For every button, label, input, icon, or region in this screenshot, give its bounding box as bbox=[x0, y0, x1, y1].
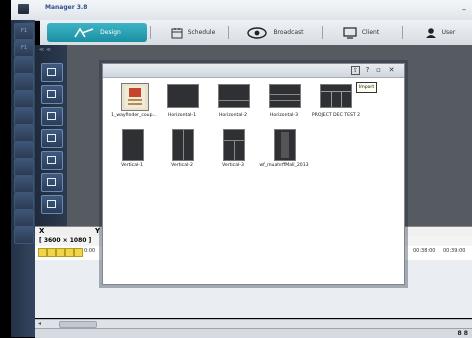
timeline-marker[interactable] bbox=[38, 248, 47, 257]
template-caption: Horizontal-2 bbox=[218, 113, 248, 118]
import-button[interactable]: ⇪ bbox=[351, 66, 360, 75]
help-button[interactable]: ? bbox=[363, 66, 372, 75]
calendar-icon bbox=[171, 27, 183, 38]
text-tool-button[interactable] bbox=[41, 129, 63, 148]
video-tool-button[interactable] bbox=[41, 107, 63, 126]
nav-separator bbox=[322, 26, 323, 39]
tool-column-header: ≪ ≪ bbox=[39, 47, 52, 53]
main-nav-bar: Design Schedule Broadcast Client User bbox=[40, 20, 472, 46]
tool-button[interactable] bbox=[14, 125, 34, 142]
web-tool-button[interactable] bbox=[41, 173, 63, 192]
nav-broadcast-button[interactable]: Broadcast bbox=[232, 23, 318, 42]
status-grip: 8 8 bbox=[457, 330, 468, 337]
nav-user-button[interactable]: User bbox=[408, 23, 472, 42]
poster-icon bbox=[125, 86, 145, 108]
image-tool-button[interactable] bbox=[41, 63, 63, 82]
tool-button[interactable] bbox=[14, 210, 34, 227]
template-grid: 1_wayfinder_coup... Horizontal-1 Horizon… bbox=[103, 77, 404, 284]
nav-schedule-button[interactable]: Schedule bbox=[153, 23, 233, 42]
timeline-marker[interactable] bbox=[74, 248, 83, 257]
grid-tool-button[interactable] bbox=[41, 85, 63, 104]
tool-button[interactable] bbox=[14, 176, 34, 193]
template-thumbnail[interactable] bbox=[320, 84, 352, 108]
tool-button[interactable] bbox=[14, 91, 34, 108]
tool-button[interactable] bbox=[14, 159, 34, 176]
template-thumbnail[interactable] bbox=[122, 129, 144, 161]
nav-design-button[interactable]: Design bbox=[47, 23, 147, 42]
nav-separator bbox=[228, 26, 229, 39]
x-label: X bbox=[39, 227, 45, 235]
template-caption: Vertical-1 bbox=[121, 163, 143, 168]
close-button[interactable]: ✕ bbox=[387, 66, 396, 75]
template-dialog: ⇪ ? ▫ ✕ Import 1_wayfinder_coup... Horiz… bbox=[102, 63, 405, 285]
clock-icon bbox=[47, 156, 56, 164]
timeline-start-time: 0:00 bbox=[84, 248, 96, 254]
web-icon bbox=[47, 178, 56, 186]
template-caption: wf_muahrffMall_2013 bbox=[259, 163, 309, 168]
tool-button[interactable] bbox=[14, 57, 34, 74]
template-thumbnail[interactable] bbox=[121, 83, 149, 111]
nav-design-label: Design bbox=[100, 29, 121, 36]
template-caption: Vertical-3 bbox=[222, 163, 244, 168]
scrollbar-thumb[interactable] bbox=[59, 321, 97, 328]
template-thumbnail[interactable] bbox=[274, 129, 296, 161]
horizontal-scrollbar[interactable]: ◂ bbox=[35, 319, 472, 328]
user-icon bbox=[425, 27, 436, 38]
minimize-button[interactable]: – bbox=[462, 5, 466, 14]
nav-user-label: User bbox=[441, 29, 456, 36]
tool-button[interactable] bbox=[14, 193, 34, 210]
timeline-time-label: 00:38:00 bbox=[413, 248, 436, 254]
timeline-marker[interactable] bbox=[56, 248, 65, 257]
nav-separator bbox=[402, 26, 403, 39]
timeline-time-label: 00:39:00 bbox=[443, 248, 466, 254]
object-tool-column: ≪ ≪ bbox=[35, 45, 67, 226]
broadcast-icon bbox=[247, 26, 268, 39]
tool-button[interactable] bbox=[14, 74, 34, 91]
nav-schedule-label: Schedule bbox=[187, 29, 216, 36]
template-thumbnail[interactable] bbox=[167, 84, 199, 108]
nav-client-label: Client bbox=[361, 29, 380, 36]
tool-button[interactable]: F1 bbox=[14, 40, 34, 57]
resolution-label: [ 3600 × 1080 ] bbox=[39, 237, 92, 244]
monitor-icon bbox=[343, 26, 357, 39]
check-tool-button[interactable] bbox=[41, 195, 63, 214]
app-icon bbox=[18, 4, 29, 14]
scroll-left-arrow-icon[interactable]: ◂ bbox=[38, 320, 41, 327]
window-titlebar: Manager 3.8 – bbox=[11, 0, 472, 21]
left-edge-strip bbox=[0, 0, 11, 337]
nav-client-button[interactable]: Client bbox=[326, 23, 396, 42]
template-thumbnail[interactable] bbox=[269, 84, 301, 108]
video-icon bbox=[47, 112, 56, 120]
tool-button[interactable]: F1 bbox=[14, 23, 34, 40]
tool-button[interactable] bbox=[14, 227, 34, 244]
template-thumbnail[interactable] bbox=[172, 129, 194, 161]
template-thumbnail[interactable] bbox=[218, 84, 250, 108]
design-logo-icon bbox=[74, 26, 94, 37]
template-thumbnail[interactable] bbox=[223, 129, 245, 161]
template-caption: Horizontal-1 bbox=[167, 113, 197, 118]
left-tool-column: F1 F1 bbox=[11, 20, 35, 337]
window-title: Manager 3.8 bbox=[45, 4, 88, 11]
clock-tool-button[interactable] bbox=[41, 151, 63, 170]
tool-button[interactable] bbox=[14, 142, 34, 159]
tool-button[interactable] bbox=[14, 108, 34, 125]
text-icon bbox=[47, 134, 56, 142]
timeline-marker[interactable] bbox=[47, 248, 56, 257]
template-caption: 1_wayfinder_coup... bbox=[111, 113, 157, 118]
nav-broadcast-label: Broadcast bbox=[273, 29, 304, 36]
check-icon bbox=[47, 200, 56, 208]
dialog-titlebar: ⇪ ? ▫ ✕ bbox=[103, 64, 404, 78]
template-caption: PROJECT DEC TEST 2 bbox=[311, 113, 361, 118]
timeline-marker[interactable] bbox=[65, 248, 74, 257]
image-icon bbox=[47, 68, 56, 76]
grid-icon bbox=[47, 90, 56, 98]
nav-separator bbox=[150, 26, 151, 39]
template-caption: Vertical-2 bbox=[171, 163, 193, 168]
restore-button[interactable]: ▫ bbox=[374, 66, 383, 75]
template-caption: Horizontal-3 bbox=[269, 113, 299, 118]
y-label: Y bbox=[95, 227, 101, 235]
